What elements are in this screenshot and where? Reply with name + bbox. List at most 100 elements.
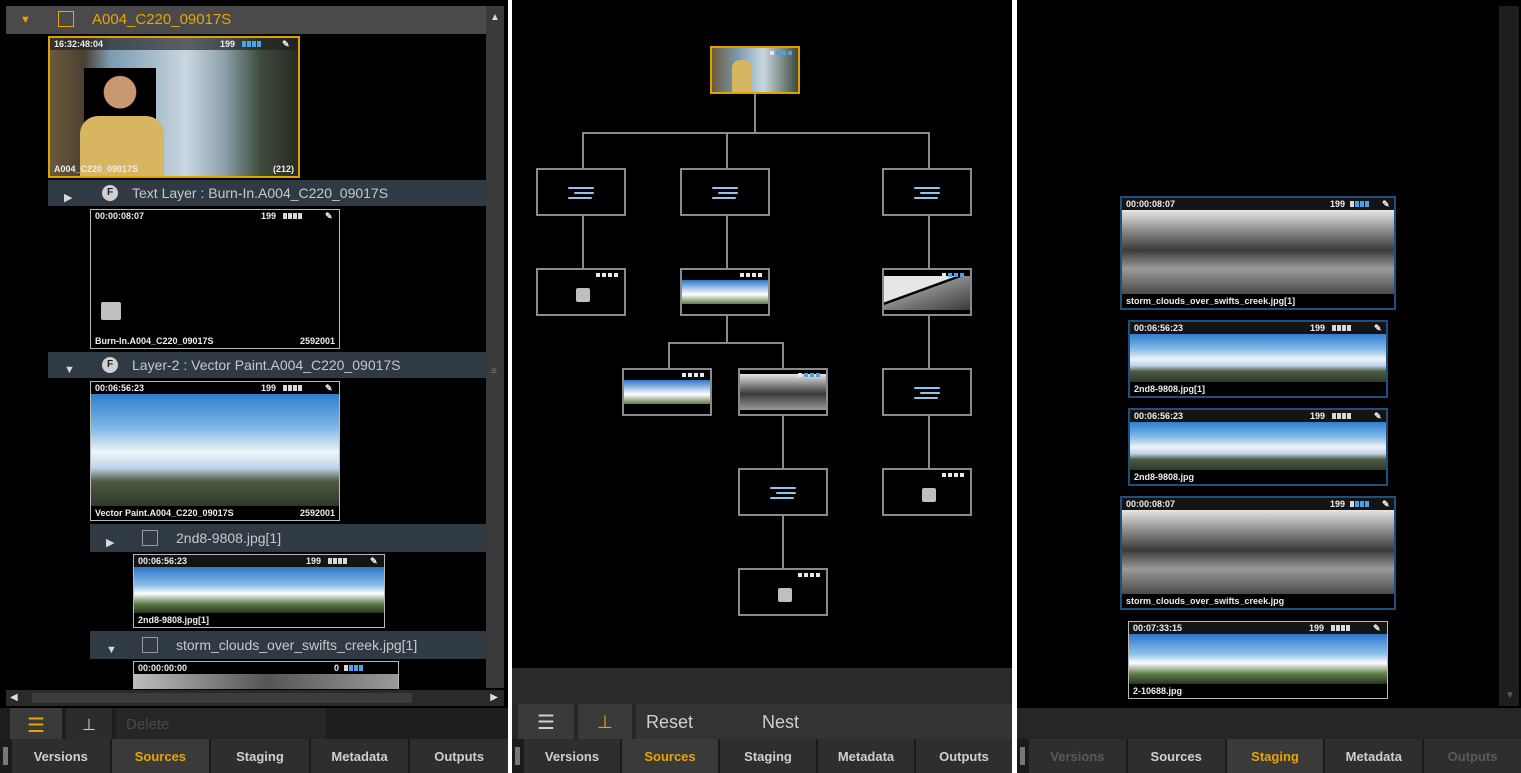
- staging-thumb-2-10688[interactable]: 00:07:33:15 199 ✎ 2-10688.jpg: [1128, 621, 1388, 699]
- image-node-2nd8-b[interactable]: [622, 368, 712, 416]
- connector-line: [928, 216, 930, 268]
- tab-outputs[interactable]: Outputs: [1424, 739, 1521, 773]
- panel-grip-handle[interactable]: [0, 739, 10, 773]
- wrench-icon: ✎: [1373, 623, 1381, 633]
- middle-toolbar: ☰ ⊥ Reset Nest: [512, 704, 1012, 740]
- tab-staging[interactable]: Staging: [720, 739, 816, 773]
- tab-staging[interactable]: Staging: [211, 739, 309, 773]
- timecode: 00:06:56:23: [1134, 323, 1184, 333]
- storm-image: [1122, 210, 1394, 294]
- layer-row-vector-paint[interactable]: ▼ F Layer-2 : Vector Paint.A004_C220_090…: [48, 352, 486, 378]
- thumb-caption: 2nd8-9808.jpg: [1134, 472, 1195, 482]
- staging-thumb-2nd8-1[interactable]: 00:06:56:23 199 ✎ 2nd8-9808.jpg[1]: [1128, 320, 1388, 398]
- storm-image: [1122, 510, 1394, 594]
- list-view-button[interactable]: ☰: [10, 708, 62, 742]
- timecode: 00:00:08:07: [1126, 199, 1176, 209]
- person-figure: [732, 60, 752, 92]
- paint-node[interactable]: [882, 368, 972, 416]
- staging-thumb-storm-1[interactable]: 00:00:08:07 199 ✎ storm_clouds_over_swif…: [1120, 196, 1396, 310]
- thumb-caption: storm_clouds_over_swifts_creek.jpg[1]: [1126, 296, 1296, 306]
- layer2-thumbnail[interactable]: 00:06:56:23 199 ✎ Vector Paint.A004_C220…: [90, 381, 340, 521]
- frame-count: 199: [261, 383, 277, 393]
- clip-checkbox[interactable]: [58, 11, 74, 27]
- scroll-down-arrow-icon[interactable]: ▼: [1505, 690, 1515, 701]
- item-checkbox[interactable]: [142, 530, 158, 546]
- image-node-storm[interactable]: [882, 268, 972, 316]
- tab-sources[interactable]: Sources: [1127, 739, 1225, 773]
- image-node-2nd8[interactable]: [680, 268, 770, 316]
- tab-outputs[interactable]: Outputs: [410, 739, 508, 773]
- tree-header[interactable]: ▼ A004_C220_09017S: [6, 6, 486, 34]
- tree-view-button[interactable]: ⊥: [66, 708, 112, 742]
- tree-view-button[interactable]: ⊥: [578, 704, 632, 740]
- effect-node[interactable]: [882, 468, 972, 516]
- horizontal-scrollbar[interactable]: ◀ ▶: [6, 690, 504, 706]
- source-row-storm[interactable]: ▼ storm_clouds_over_swifts_creek.jpg[1]: [90, 631, 486, 659]
- panel-grip-handle[interactable]: [1017, 739, 1027, 773]
- puzzle-icon: [576, 288, 590, 302]
- thumb-caption: Vector Paint.A004_C220_09017S: [95, 508, 234, 518]
- tab-outputs[interactable]: Outputs: [916, 739, 1012, 773]
- root-clip-node[interactable]: [710, 46, 800, 94]
- source-storm-thumbnail[interactable]: 00:00:00:00 0: [133, 661, 399, 689]
- thumb-caption: storm_clouds_over_swifts_creek.jpg: [1126, 596, 1285, 606]
- delete-button[interactable]: Delete: [116, 708, 326, 742]
- layer-row-text[interactable]: ▶ F Text Layer : Burn-In.A004_C220_09017…: [48, 180, 486, 206]
- main-clip-thumbnail[interactable]: 16:32:48:04 199 ✎ A004_C220_09017S (212): [48, 36, 300, 178]
- tab-metadata[interactable]: Metadata: [818, 739, 914, 773]
- tab-staging[interactable]: Staging: [1226, 739, 1324, 773]
- expand-triangle-icon[interactable]: ▶: [106, 532, 114, 554]
- nest-button[interactable]: Nest: [752, 704, 1012, 740]
- paint-node[interactable]: [738, 468, 828, 516]
- tab-sources[interactable]: Sources: [622, 739, 718, 773]
- tab-versions[interactable]: Versions: [1029, 739, 1126, 773]
- brush-icon: [914, 384, 944, 402]
- source-row-2nd8[interactable]: ▶ 2nd8-9808.jpg[1]: [90, 524, 486, 552]
- thumb-count: 2592001: [299, 336, 335, 346]
- paint-node[interactable]: [680, 168, 770, 216]
- sky-image: [1130, 334, 1386, 382]
- list-view-button[interactable]: ☰: [518, 704, 574, 740]
- tab-metadata[interactable]: Metadata: [310, 739, 409, 773]
- middle-tab-bar: Versions Sources Staging Metadata Output…: [512, 739, 1012, 773]
- status-dots: [942, 473, 964, 477]
- tab-versions[interactable]: Versions: [524, 739, 620, 773]
- source-2nd8-thumbnail[interactable]: 00:06:56:23 199 ✎ 2nd8-9808.jpg[1]: [133, 554, 385, 628]
- item-checkbox[interactable]: [142, 637, 158, 653]
- collapse-triangle-icon[interactable]: ▼: [64, 359, 75, 381]
- effect-node[interactable]: [536, 268, 626, 316]
- thumb-caption: 2-10688.jpg: [1133, 686, 1183, 696]
- connector-line: [782, 342, 784, 368]
- scroll-up-arrow-icon[interactable]: ▲: [490, 12, 500, 23]
- staging-thumb-2nd8-2[interactable]: 00:06:56:23 199 ✎ 2nd8-9808.jpg: [1128, 408, 1388, 486]
- scroll-thumb[interactable]: ≡: [491, 366, 497, 377]
- vertical-scrollbar[interactable]: ▼: [1499, 6, 1519, 706]
- expand-triangle-icon[interactable]: ▶: [64, 187, 72, 209]
- panel-grip-handle[interactable]: [512, 739, 522, 773]
- brush-icon: [712, 184, 742, 202]
- scroll-thumb[interactable]: [32, 693, 412, 703]
- timecode: 00:00:00:00: [138, 663, 188, 673]
- layer1-thumbnail[interactable]: 00:00:08:07 199 ✎ Burn-In.A004_C220_0901…: [90, 209, 340, 349]
- staging-thumb-storm-2[interactable]: 00:00:08:07 199 ✎ storm_clouds_over_swif…: [1120, 496, 1396, 610]
- tab-versions[interactable]: Versions: [12, 739, 110, 773]
- right-tab-bar: Versions Sources Staging Metadata Output…: [1017, 739, 1521, 773]
- tab-metadata[interactable]: Metadata: [1325, 739, 1423, 773]
- thumb-caption: Burn-In.A004_C220_09017S: [95, 336, 214, 346]
- vertical-scrollbar[interactable]: ▲ ≡: [486, 6, 504, 688]
- paint-node[interactable]: [536, 168, 626, 216]
- collapse-triangle-icon[interactable]: ▼: [106, 639, 117, 661]
- scroll-right-arrow-icon[interactable]: ▶: [490, 692, 498, 703]
- node-graph-panel: ☰ ⊥ Reset Nest Versions Sources Staging …: [512, 0, 1012, 773]
- image-node-storm-b[interactable]: [738, 368, 828, 416]
- reset-button[interactable]: Reset: [636, 704, 756, 740]
- paint-node[interactable]: [882, 168, 972, 216]
- scroll-left-arrow-icon[interactable]: ◀: [10, 692, 18, 703]
- collapse-triangle-icon[interactable]: ▼: [20, 14, 31, 26]
- effect-node[interactable]: [738, 568, 828, 616]
- clip-title: A004_C220_09017S: [92, 11, 232, 28]
- timecode: 00:06:56:23: [1134, 411, 1184, 421]
- status-dots: [770, 51, 792, 55]
- tab-sources[interactable]: Sources: [111, 739, 210, 773]
- status-bars: [1350, 501, 1369, 507]
